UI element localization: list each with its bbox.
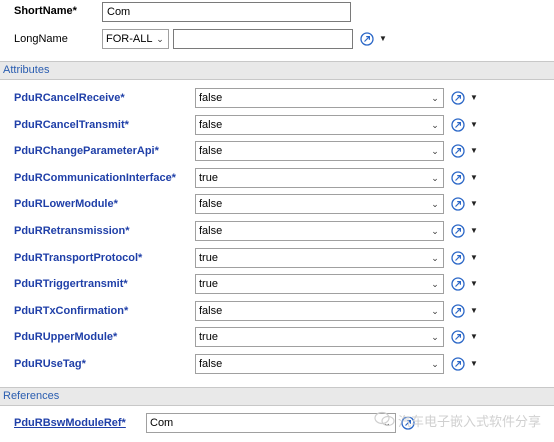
attribute-pduruppermodule-label: PduRUpperModule* bbox=[14, 331, 118, 343]
attribute-pdurtriggertransmit-label: PduRTriggertransmit* bbox=[14, 278, 128, 290]
reference-pdurbswmoduleref-value: Com bbox=[150, 417, 174, 429]
chevron-down-icon: ⌄ bbox=[431, 359, 439, 369]
attribute-pdurtriggertransmit-value: true bbox=[199, 278, 218, 290]
attribute-pdurchangeparameterapi-label: PduRChangeParameterApi* bbox=[14, 145, 159, 157]
reset-icon[interactable] bbox=[450, 223, 466, 239]
chevron-down-icon: ⌄ bbox=[431, 146, 439, 156]
chevron-down-icon: ⌄ bbox=[431, 332, 439, 342]
attribute-pdurtransportprotocol-select[interactable]: true ⌄ bbox=[195, 248, 444, 268]
chevron-down-icon: ⌄ bbox=[431, 279, 439, 289]
reset-icon[interactable] bbox=[450, 303, 466, 319]
reset-icon[interactable] bbox=[450, 329, 466, 345]
attribute-pdurtransportprotocol-value: true bbox=[199, 252, 218, 264]
reset-icon[interactable] bbox=[450, 170, 466, 186]
attribute-pdurcancelreceive-label: PduRCancelReceive* bbox=[14, 92, 125, 104]
chevron-down-icon: ⌄ bbox=[431, 199, 439, 209]
long-name-input[interactable] bbox=[173, 29, 353, 49]
attribute-pdurtxconfirmation-label: PduRTxConfirmation* bbox=[14, 305, 129, 317]
chevron-down-icon: ⌄ bbox=[431, 173, 439, 183]
attribute-pdurlowermodule-value: false bbox=[199, 198, 223, 210]
attribute-pdurretransmission-label: PduRRetransmission* bbox=[14, 225, 130, 237]
attribute-pdurchangeparameterapi-value: false bbox=[199, 145, 223, 157]
reference-pdurbswmoduleref-label[interactable]: PduRBswModuleRef* bbox=[14, 417, 126, 429]
reset-menu-dropdown-icon[interactable]: ▼ bbox=[470, 147, 478, 155]
reset-icon[interactable] bbox=[450, 250, 466, 266]
attribute-pdurusetag-select[interactable]: false ⌄ bbox=[195, 354, 444, 374]
reset-menu-dropdown-icon[interactable]: ▼ bbox=[470, 121, 478, 129]
attribute-pdurretransmission-select[interactable]: false ⌄ bbox=[195, 221, 444, 241]
reset-menu-dropdown-icon[interactable]: ▼ bbox=[379, 35, 387, 43]
attribute-pdurtxconfirmation-value: false bbox=[199, 305, 223, 317]
attribute-pdurcancelreceive-select[interactable]: false ⌄ bbox=[195, 88, 444, 108]
chevron-down-icon: ⌄ bbox=[431, 120, 439, 130]
chevron-down-icon: ⌄ bbox=[156, 34, 164, 44]
reset-icon[interactable] bbox=[450, 196, 466, 212]
chevron-down-icon: ⌄ bbox=[431, 93, 439, 103]
attribute-pdurusetag-value: false bbox=[199, 358, 223, 370]
attribute-pdurcommunicationinterface-select[interactable]: true ⌄ bbox=[195, 168, 444, 188]
wechat-logo-icon bbox=[374, 410, 396, 428]
reset-icon[interactable] bbox=[450, 276, 466, 292]
attribute-pdurcommunicationinterface-label: PduRCommunicationInterface* bbox=[14, 172, 176, 184]
reset-menu-dropdown-icon[interactable]: ▼ bbox=[470, 227, 478, 235]
reset-menu-dropdown-icon[interactable]: ▼ bbox=[470, 254, 478, 262]
attribute-pdurchangeparameterapi-select[interactable]: false ⌄ bbox=[195, 141, 444, 161]
attribute-pdurretransmission-value: false bbox=[199, 225, 223, 237]
reset-menu-dropdown-icon[interactable]: ▼ bbox=[470, 280, 478, 288]
reset-menu-dropdown-icon[interactable]: ▼ bbox=[470, 94, 478, 102]
attribute-pdurcommunicationinterface-value: true bbox=[199, 172, 218, 184]
reference-pdurbswmoduleref-select[interactable]: Com ⌄ bbox=[146, 413, 396, 433]
long-name-language-select[interactable]: FOR-ALL ⌄ bbox=[102, 29, 169, 49]
short-name-label: ShortName* bbox=[14, 5, 77, 17]
attribute-pdurcanceltransmit-select[interactable]: false ⌄ bbox=[195, 115, 444, 135]
reset-menu-dropdown-icon[interactable]: ▼ bbox=[470, 200, 478, 208]
attribute-pdurlowermodule-label: PduRLowerModule* bbox=[14, 198, 118, 210]
attribute-pdurcancelreceive-value: false bbox=[199, 92, 223, 104]
reset-menu-dropdown-icon[interactable]: ▼ bbox=[470, 360, 478, 368]
reset-icon[interactable] bbox=[450, 356, 466, 372]
reset-icon[interactable] bbox=[450, 117, 466, 133]
attribute-pdurusetag-label: PduRUseTag* bbox=[14, 358, 86, 370]
long-name-language-value: FOR-ALL bbox=[106, 33, 153, 45]
watermark-text: 汽车电子嵌入式软件分享 bbox=[398, 414, 542, 429]
reset-icon[interactable] bbox=[359, 31, 375, 47]
attribute-pduruppermodule-value: true bbox=[199, 331, 218, 343]
attribute-pdurcanceltransmit-label: PduRCancelTransmit* bbox=[14, 119, 129, 131]
chevron-down-icon: ⌄ bbox=[431, 226, 439, 236]
attribute-pdurtriggertransmit-select[interactable]: true ⌄ bbox=[195, 274, 444, 294]
attribute-pdurlowermodule-select[interactable]: false ⌄ bbox=[195, 194, 444, 214]
chevron-down-icon: ⌄ bbox=[431, 253, 439, 263]
attribute-pduruppermodule-select[interactable]: true ⌄ bbox=[195, 327, 444, 347]
reset-menu-dropdown-icon[interactable]: ▼ bbox=[470, 174, 478, 182]
references-section-header: References bbox=[0, 387, 554, 406]
attribute-pdurcanceltransmit-value: false bbox=[199, 119, 223, 131]
reset-menu-dropdown-icon[interactable]: ▼ bbox=[470, 307, 478, 315]
short-name-input[interactable]: Com bbox=[102, 2, 351, 22]
attributes-section-header: Attributes bbox=[0, 61, 554, 80]
reset-icon[interactable] bbox=[450, 143, 466, 159]
attribute-pdurtransportprotocol-label: PduRTransportProtocol* bbox=[14, 252, 143, 264]
reset-icon[interactable] bbox=[450, 90, 466, 106]
reset-menu-dropdown-icon[interactable]: ▼ bbox=[470, 333, 478, 341]
chevron-down-icon: ⌄ bbox=[431, 306, 439, 316]
long-name-label: LongName bbox=[14, 33, 68, 45]
attribute-pdurtxconfirmation-select[interactable]: false ⌄ bbox=[195, 301, 444, 321]
